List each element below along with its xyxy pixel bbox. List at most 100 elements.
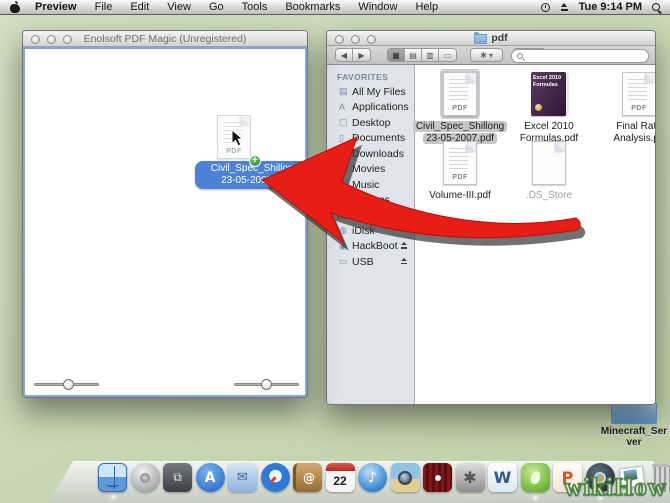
right-slider-knob[interactable] (261, 379, 272, 390)
action-gear-button[interactable]: ✱ ▾ (470, 48, 503, 62)
sidebar-item-hackboot[interactable]: ◉HackBoot (327, 239, 414, 255)
sidebar-item-desktop[interactable]: ▢Desktop (327, 115, 414, 131)
list-view-button[interactable]: ▤ (405, 49, 422, 61)
pdf-file-icon: PDF (443, 72, 477, 116)
running-indicator (533, 496, 538, 500)
dock-icon-calendar[interactable]: 22 (326, 463, 355, 492)
menu-item-view[interactable]: View (158, 0, 200, 15)
sidebar-item-movies[interactable]: ▦Movies (327, 162, 414, 178)
pdf-file-icon: PDF (443, 141, 477, 185)
sidebar-item-pictures[interactable]: ▧Pictures (327, 193, 414, 209)
desktop-icon-minecraft-server[interactable]: Minecraft_Ser ver (598, 402, 670, 448)
menu-item-app[interactable]: Preview (26, 0, 86, 15)
sidebar-item-usb[interactable]: ▭USB (327, 254, 414, 270)
dock-icon-photo-booth[interactable] (423, 463, 452, 492)
finder-window: pdf ◀ ▶ ▦ ▤ ▥ ▭ ✱ ▾ ⊞ ▾ FAVORITES ▤All M… (326, 30, 656, 405)
applications-icon: A (339, 102, 352, 112)
forward-button[interactable]: ▶ (353, 49, 370, 61)
sidebar-item-documents[interactable]: ▯Documents (327, 131, 414, 147)
sidebar-header-devices: DEVICES (327, 208, 414, 223)
left-slider[interactable] (34, 383, 99, 386)
zoom-button[interactable] (63, 35, 72, 44)
menu-item-bookmarks[interactable]: Bookmarks (276, 0, 349, 15)
dock-icon-iphoto[interactable] (391, 463, 420, 492)
dock-icon-launchpad[interactable] (131, 463, 160, 492)
sidebar-header-favorites: FAVORITES (327, 69, 414, 84)
file-volume-iii[interactable]: PDF Volume-III.pdf (417, 138, 503, 202)
all-my-files-icon: ▤ (339, 86, 352, 97)
running-indicator (111, 495, 116, 499)
dock-icon-safari[interactable] (261, 463, 290, 492)
documents-icon: ▯ (339, 133, 352, 144)
desktop-icon-thumbnail (611, 402, 657, 424)
menu-item-go[interactable]: Go (200, 0, 233, 15)
desktop-icon: ▢ (339, 117, 352, 128)
finder-files-area[interactable]: PDF Civil_Spec_Shillong23-05-2007.pdf Ex… (416, 65, 655, 404)
finder-titlebar[interactable]: pdf (327, 31, 655, 46)
sidebar-item-music[interactable]: ♫Music (327, 177, 414, 193)
drive-icon: ◉ (339, 241, 352, 252)
pdf-file-icon: PDF (622, 72, 655, 116)
close-button[interactable] (31, 35, 40, 44)
menu-item-tools[interactable]: Tools (233, 0, 277, 15)
minimize-button[interactable] (351, 35, 360, 44)
dock-icon-messenger[interactable] (521, 463, 550, 492)
pdf-badge: PDF (218, 148, 250, 155)
blank-file-icon (532, 141, 566, 185)
traffic-lights (335, 35, 376, 44)
coverflow-view-button[interactable]: ▭ (439, 49, 456, 61)
wikihow-watermark: wikiHow (564, 474, 667, 502)
finder-window-title: pdf (491, 31, 507, 46)
dock-icon-mail[interactable] (228, 463, 257, 492)
dock-icon-word[interactable] (488, 463, 517, 492)
spotlight-icon[interactable] (652, 3, 660, 11)
menu-clock[interactable]: Tue 9:14 PM (579, 1, 642, 13)
file-civil-spec-shillong[interactable]: PDF Civil_Spec_Shillong23-05-2007.pdf (417, 69, 503, 144)
back-button[interactable]: ◀ (336, 49, 353, 61)
pdf-magic-drop-area[interactable]: PDF + Civil_Spec_Shillong 23-05-2007.pdf (23, 47, 307, 397)
dock-icon-mission-control[interactable] (163, 463, 192, 492)
desktop-icon-label-line1: Minecraft_Ser (601, 426, 667, 437)
dragged-file[interactable]: PDF + Civil_Spec_Shillong 23-05-2007.pdf (195, 115, 315, 159)
downloads-icon: ▼ (339, 149, 352, 159)
eject-button[interactable] (400, 242, 408, 250)
file-excel-2010-formulas[interactable]: Excel 2010 Formulas Excel 2010Formulas.p… (506, 69, 592, 144)
column-view-button[interactable]: ▥ (422, 49, 439, 61)
gear-icon: ✱ (480, 51, 487, 60)
pdf-magic-titlebar[interactable]: Enolsoft PDF Magic (Unregistered) (23, 31, 307, 47)
close-button[interactable] (335, 35, 344, 44)
time-machine-icon[interactable] (541, 3, 550, 12)
file-ds-store[interactable]: .DS_Store (506, 138, 592, 202)
cursor-arrow-icon (231, 129, 244, 148)
dock-icon-finder[interactable] (98, 463, 127, 492)
calendar-band (326, 463, 355, 471)
dock-icon-contacts[interactable] (293, 463, 322, 492)
menu-item-edit[interactable]: Edit (121, 0, 158, 15)
menu-item-help[interactable]: Help (406, 0, 447, 15)
dock-icon-app-store[interactable] (196, 463, 225, 492)
finder-sidebar: FAVORITES ▤All My Files AApplications ▢D… (327, 65, 415, 404)
menu-item-window[interactable]: Window (349, 0, 406, 15)
minimize-button[interactable] (47, 35, 56, 44)
eject-button[interactable] (400, 258, 408, 266)
sidebar-item-idisk[interactable]: ◍iDisk (327, 223, 414, 239)
search-input[interactable] (526, 50, 648, 62)
movies-icon: ▦ (339, 164, 352, 175)
apple-menu-icon[interactable] (10, 2, 20, 13)
dock-icon-system-preferences[interactable] (456, 463, 485, 492)
sidebar-item-all-my-files[interactable]: ▤All My Files (327, 84, 414, 100)
left-slider-knob[interactable] (63, 379, 74, 390)
traffic-lights (31, 35, 72, 44)
right-slider[interactable] (234, 383, 299, 386)
eject-icon[interactable] (560, 3, 569, 11)
icon-view-button[interactable]: ▦ (388, 49, 405, 61)
file-final-rate-analysis[interactable]: PDF Final RateAnalysis.pd (596, 69, 655, 144)
sidebar-item-downloads[interactable]: ▼Downloads (327, 146, 414, 162)
dock-icon-itunes[interactable] (358, 463, 387, 492)
zoom-button[interactable] (367, 35, 376, 44)
search-field[interactable] (511, 49, 649, 63)
sidebar-item-applications[interactable]: AApplications (327, 100, 414, 116)
music-icon: ♫ (339, 180, 352, 190)
menu-item-file[interactable]: File (86, 0, 122, 15)
usb-icon: ▭ (339, 256, 352, 267)
